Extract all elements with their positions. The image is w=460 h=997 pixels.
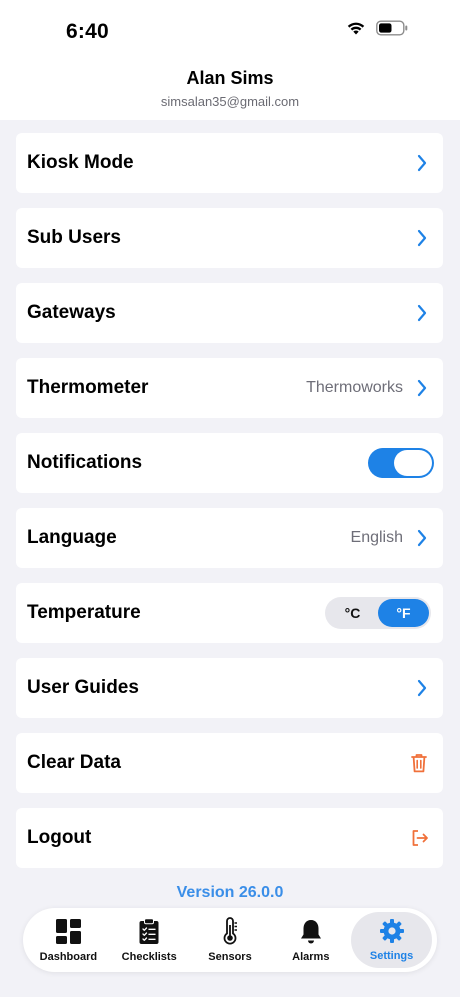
version-label: Version 26.0.0 bbox=[176, 884, 284, 901]
chevron-right-icon bbox=[417, 679, 427, 697]
tab-checklists-label: Checklists bbox=[121, 950, 177, 963]
tab-checklists[interactable]: Checklists bbox=[109, 912, 190, 968]
language-row[interactable]: Language English bbox=[16, 508, 443, 568]
kiosk-mode-row[interactable]: Kiosk Mode bbox=[16, 133, 443, 193]
tab-sensors-label: Sensors bbox=[208, 951, 252, 963]
language-label: Language bbox=[27, 527, 117, 548]
logout-row[interactable]: Logout bbox=[16, 808, 443, 868]
tab-dashboard[interactable]: Dashboard bbox=[28, 912, 109, 968]
tab-settings[interactable]: Settings bbox=[351, 912, 432, 968]
fahrenheit-option[interactable]: °F bbox=[378, 599, 429, 627]
temperature-unit-switch: °C °F bbox=[325, 597, 431, 629]
sub-users-row[interactable]: Sub Users bbox=[16, 208, 443, 268]
settings-list: Kiosk Mode Sub Users Gateways Thermomete… bbox=[16, 133, 443, 883]
chevron-right-icon bbox=[417, 229, 427, 247]
notifications-toggle[interactable] bbox=[368, 448, 434, 478]
user-guides-label: User Guides bbox=[27, 677, 139, 698]
gear-icon bbox=[379, 919, 404, 943]
gateways-label: Gateways bbox=[27, 302, 116, 323]
thermometer-row[interactable]: Thermometer Thermoworks bbox=[16, 358, 443, 418]
home-indicator-area bbox=[0, 984, 460, 997]
clear-data-label: Clear Data bbox=[27, 752, 121, 773]
tab-alarms[interactable]: Alarms bbox=[270, 912, 351, 968]
gateways-row[interactable]: Gateways bbox=[16, 283, 443, 343]
user-name: Alan Sims bbox=[186, 68, 274, 88]
celsius-option[interactable]: °C bbox=[327, 599, 378, 627]
chevron-right-icon bbox=[417, 379, 427, 397]
notifications-row: Notifications bbox=[16, 433, 443, 493]
user-email: simsalan35@gmail.com bbox=[160, 94, 300, 109]
trash-icon[interactable] bbox=[411, 753, 427, 773]
user-guides-row[interactable]: User Guides bbox=[16, 658, 443, 718]
checklist-icon bbox=[139, 917, 159, 944]
tab-dashboard-label: Dashboard bbox=[39, 950, 98, 963]
temperature-row: Temperature °C °F bbox=[16, 583, 443, 643]
profile-header: Alan Sims simsalan35@gmail.com bbox=[0, 60, 460, 120]
temperature-label: Temperature bbox=[27, 602, 141, 623]
logout-icon[interactable] bbox=[411, 829, 429, 847]
chevron-right-icon bbox=[417, 304, 427, 322]
clear-data-row[interactable]: Clear Data bbox=[16, 733, 443, 793]
tab-alarms-label: Alarms bbox=[292, 950, 330, 963]
thermometer-label: Thermometer bbox=[27, 377, 149, 398]
dashboard-icon bbox=[55, 918, 81, 944]
tab-sensors[interactable]: Sensors bbox=[190, 912, 271, 968]
logout-label: Logout bbox=[27, 827, 92, 848]
kiosk-mode-label: Kiosk Mode bbox=[27, 152, 134, 173]
chevron-right-icon bbox=[417, 529, 427, 547]
chevron-right-icon bbox=[417, 154, 427, 172]
language-value: English bbox=[350, 529, 403, 546]
toggle-knob bbox=[394, 450, 432, 476]
battery-icon bbox=[376, 20, 408, 36]
status-icons bbox=[346, 20, 408, 36]
tab-settings-label: Settings bbox=[369, 950, 414, 962]
sub-users-label: Sub Users bbox=[27, 227, 121, 248]
thermometer-icon bbox=[223, 917, 237, 945]
tab-bar: Dashboard Checklists Sensors Alarms Sett… bbox=[23, 908, 437, 972]
status-bar: 6:40 bbox=[0, 0, 460, 60]
status-time: 6:40 bbox=[66, 20, 109, 43]
notifications-label: Notifications bbox=[27, 452, 143, 473]
wifi-icon bbox=[347, 22, 365, 34]
thermometer-value: Thermoworks bbox=[306, 379, 403, 396]
bell-icon bbox=[300, 919, 321, 943]
